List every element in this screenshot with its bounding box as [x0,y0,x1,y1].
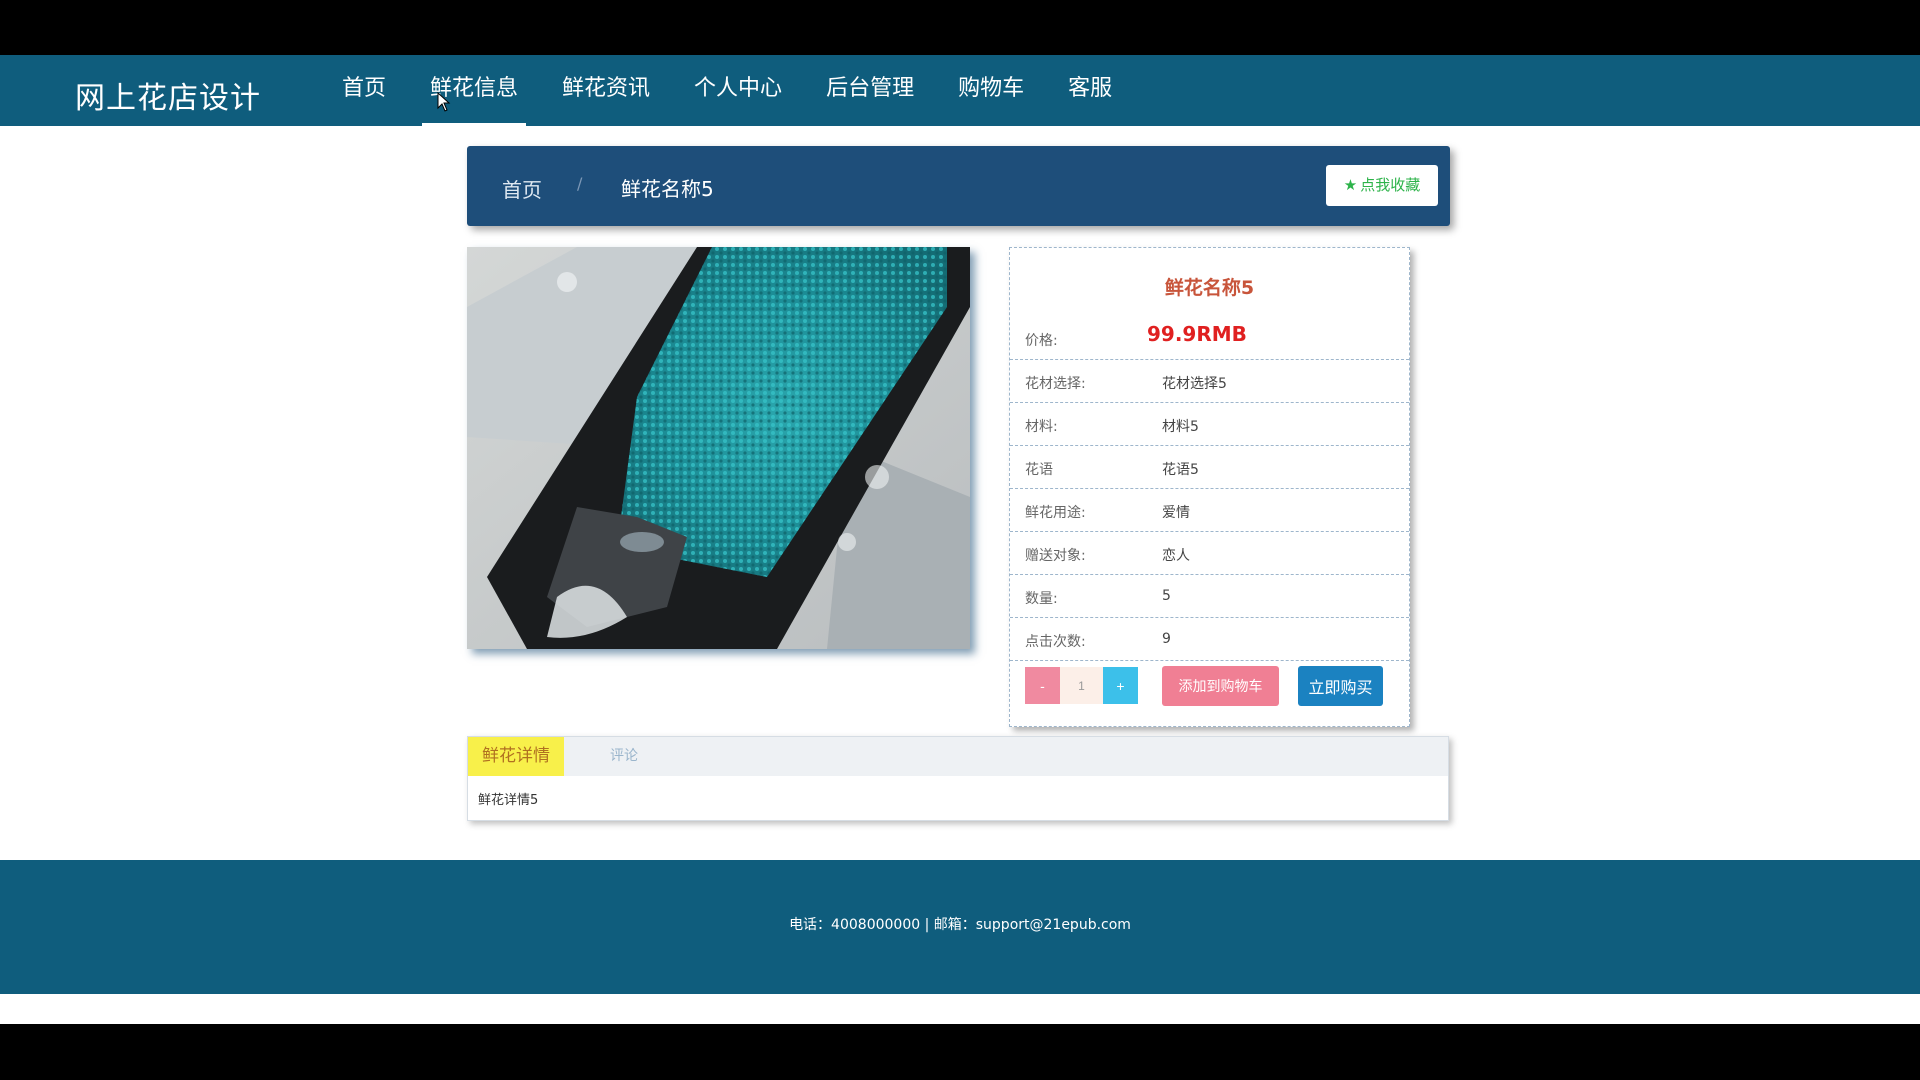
info-value: 材料5 [1162,419,1199,435]
info-label: 鲜花用途: [1025,505,1086,521]
letterbox-bottom [0,1024,1920,1080]
buy-now-button[interactable]: 立即购买 [1298,666,1383,706]
favorite-label: 点我收藏 [1360,176,1421,194]
add-to-cart-button[interactable]: 添加到购物车 [1162,666,1279,706]
info-value: 恋人 [1162,548,1190,564]
product-info-panel: 鲜花名称5 价格: 99.9RMB 花材选择: 花材选择5 材料: 材料5 花语… [1009,247,1410,727]
nav-home[interactable]: 首页 [320,55,408,126]
quantity-decrease-button[interactable]: - [1025,667,1060,704]
info-row-usage: 鲜花用途: 爱情 [1010,489,1409,532]
info-label: 点击次数: [1025,634,1086,650]
info-row-recipient: 赠送对象: 恋人 [1010,532,1409,575]
info-label: 赠送对象: [1025,548,1086,564]
info-label: 花材选择: [1025,376,1086,392]
footer-contact: 电话：4008000000 | 邮箱：support@21epub.com [789,917,1131,933]
mouse-cursor-icon [437,92,451,112]
main-nav: 首页 鲜花信息 鲜花资讯 个人中心 后台管理 购物车 客服 [320,55,1134,126]
info-label: 花语 [1025,462,1053,478]
price-label: 价格: [1025,333,1058,349]
info-row-flower-material: 花材选择: 花材选择5 [1010,360,1409,403]
nav-flower-info[interactable]: 鲜花信息 [408,55,540,126]
product-image [467,247,970,649]
info-value: 5 [1162,588,1171,604]
tab-flower-details[interactable]: 鲜花详情 [468,737,564,776]
info-row-flower-language: 花语 花语5 [1010,446,1409,489]
breadcrumb: 首页 / 鲜花名称5 ★ 点我收藏 [467,146,1450,226]
star-icon: ★ [1343,176,1358,194]
info-value: 爱情 [1162,505,1190,521]
tab-comments[interactable]: 评论 [596,737,652,776]
favorite-button[interactable]: ★ 点我收藏 [1326,165,1438,206]
detail-tabs: 鲜花详情 评论 鲜花详情5 [467,736,1449,821]
info-value: 花材选择5 [1162,376,1227,392]
nav-admin[interactable]: 后台管理 [804,55,936,126]
nav-flower-news[interactable]: 鲜花资讯 [540,55,672,126]
footer: 电话：4008000000 | 邮箱：support@21epub.com [0,860,1920,994]
nav-customer-service[interactable]: 客服 [1046,55,1134,126]
breadcrumb-home[interactable]: 首页 [502,174,542,203]
tab-bar: 鲜花详情 评论 [468,737,1448,776]
info-label: 数量: [1025,591,1058,607]
nav-personal-center[interactable]: 个人中心 [672,55,804,126]
letterbox-top [0,0,1920,55]
info-label: 材料: [1025,419,1058,435]
breadcrumb-current: 鲜花名称5 [621,177,714,201]
info-row-quantity: 数量: 5 [1010,575,1409,618]
flower-box-photo [467,247,970,649]
nav-cart[interactable]: 购物车 [936,55,1046,126]
breadcrumb-separator: / [577,174,583,193]
info-row-clicks: 点击次数: 9 [1010,618,1409,661]
quantity-input[interactable] [1060,667,1103,704]
product-name: 鲜花名称5 [1164,277,1255,299]
page: 网上花店设计 首页 鲜花信息 鲜花资讯 个人中心 后台管理 购物车 客服 首页 … [0,55,1920,1024]
quantity-increase-button[interactable]: + [1103,667,1138,704]
purchase-actions: - + 添加到购物车 立即购买 [1025,666,1405,706]
info-value: 花语5 [1162,462,1199,478]
tab-content: 鲜花详情5 [478,793,539,808]
info-row-material: 材料: 材料5 [1010,403,1409,446]
site-brand[interactable]: 网上花店设计 [75,73,261,117]
price-value: 99.9RMB [1147,322,1247,346]
top-navbar: 网上花店设计 首页 鲜花信息 鲜花资讯 个人中心 后台管理 购物车 客服 [0,55,1920,126]
info-value: 9 [1162,631,1171,647]
price-row: 价格: 99.9RMB [1010,317,1409,360]
